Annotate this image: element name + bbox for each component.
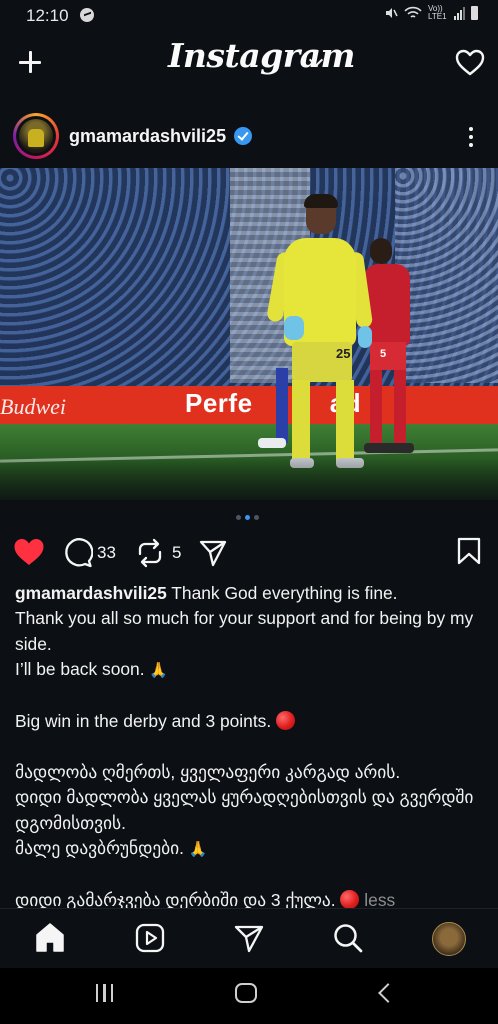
system-home-icon[interactable] xyxy=(235,983,257,1003)
caption-line: დიდი მადლობა ყველას ყურადღებისთვის და გვ… xyxy=(15,787,474,833)
post-photo[interactable]: Budwei Perfe ad 5 25 xyxy=(0,168,498,500)
carousel-dot-active xyxy=(245,515,250,520)
caption-line: მადლობა ღმერთს, ყველაფერი კარგად არის. xyxy=(15,761,401,782)
carousel-indicator xyxy=(236,515,259,520)
system-icons: Vo)) LTE1 xyxy=(384,5,478,21)
save-bookmark-icon[interactable] xyxy=(456,537,482,565)
carousel-dot xyxy=(236,515,241,520)
goalkeeper-glove-right xyxy=(358,326,372,348)
create-plus-icon[interactable] xyxy=(14,46,46,78)
caption-less-link[interactable]: less xyxy=(364,890,395,910)
status-time: 12:10 xyxy=(26,6,69,25)
caption-line: Thank you all so much for your support a… xyxy=(15,608,474,654)
post-author-avatar[interactable] xyxy=(13,113,59,159)
network-label: Vo)) LTE1 xyxy=(428,4,447,21)
red-player-shorts xyxy=(370,342,406,370)
instagram-logo[interactable]: Instagram xyxy=(168,36,355,75)
profile-avatar[interactable] xyxy=(432,922,466,956)
post-caption: gmamardashvili25 Thank God everything is… xyxy=(15,581,485,913)
wifi-icon xyxy=(404,6,422,18)
caption-line: gmamardashvili25 Thank God everything is… xyxy=(15,581,485,606)
messenger-notification-icon xyxy=(80,8,94,22)
home-icon[interactable] xyxy=(34,922,66,954)
caption-text: მალე დავბრუნდები. xyxy=(15,838,184,859)
mute-icon xyxy=(386,8,398,18)
red-player-leg-left xyxy=(370,370,382,448)
signal-icon xyxy=(454,6,465,20)
repost-count[interactable]: 5 xyxy=(172,543,181,563)
caption-blank-line xyxy=(15,862,485,887)
goalkeeper-leg-right xyxy=(336,380,354,462)
caption-line: I’ll be back soon. 🙏 xyxy=(15,657,485,683)
reels-icon[interactable] xyxy=(134,922,166,954)
avatar-image xyxy=(19,119,53,153)
caption-line: Big win in the derby and 3 points. xyxy=(15,709,485,734)
caption-blank-line xyxy=(15,684,485,709)
repost-icon[interactable] xyxy=(136,538,164,568)
like-heart-icon[interactable] xyxy=(13,537,45,567)
praying-hands-emoji: 🙏 xyxy=(188,841,208,859)
red-circle-emoji xyxy=(276,711,296,731)
post-username[interactable]: gmamardashvili25 xyxy=(69,126,226,147)
direct-send-icon[interactable] xyxy=(233,922,265,954)
avatar-ring-gap xyxy=(16,116,56,156)
comment-icon[interactable] xyxy=(63,538,93,568)
goalkeeper-hair xyxy=(304,194,338,208)
share-send-icon[interactable] xyxy=(198,538,228,568)
caption-line: მალე დავბრუნდები. 🙏 xyxy=(15,836,485,862)
status-bar: 12:10 Vo)) LTE1 xyxy=(0,0,498,32)
caption-text: Thank God everything is fine. xyxy=(171,583,398,603)
billboard-left-text: Budwei xyxy=(0,394,66,419)
goalkeeper-glove-left xyxy=(284,316,304,340)
red-player-number: 5 xyxy=(380,348,387,360)
battery-icon xyxy=(471,6,478,20)
more-options-icon[interactable] xyxy=(466,127,476,149)
caption-blank-line xyxy=(15,734,485,759)
caption-text: Big win in the derby and 3 points. xyxy=(15,711,272,732)
photo-bottom-shade xyxy=(0,458,498,500)
caption-text: I’ll be back soon. xyxy=(15,659,145,680)
goalkeeper-leg-left xyxy=(292,380,310,462)
caption-username[interactable]: gmamardashvili25 xyxy=(15,583,167,603)
carousel-dot xyxy=(254,515,259,520)
notifications-heart-icon[interactable] xyxy=(455,48,485,78)
goalkeeper-number: 25 xyxy=(336,346,351,361)
goalkeeper: 25 xyxy=(266,194,374,476)
comment-count[interactable]: 33 xyxy=(97,543,116,563)
red-player-boots xyxy=(364,443,414,453)
red-circle-emoji xyxy=(340,889,360,909)
red-player-head xyxy=(370,238,392,264)
caption-text: დიდი გამარჯვება დერბიში და 3 ქულა. xyxy=(15,889,336,910)
verified-badge-icon xyxy=(234,127,252,145)
recent-apps-icon[interactable] xyxy=(96,984,120,1004)
search-icon[interactable] xyxy=(332,922,364,954)
red-player-leg-right xyxy=(394,370,406,448)
praying-hands-emoji: 🙏 xyxy=(149,662,169,680)
